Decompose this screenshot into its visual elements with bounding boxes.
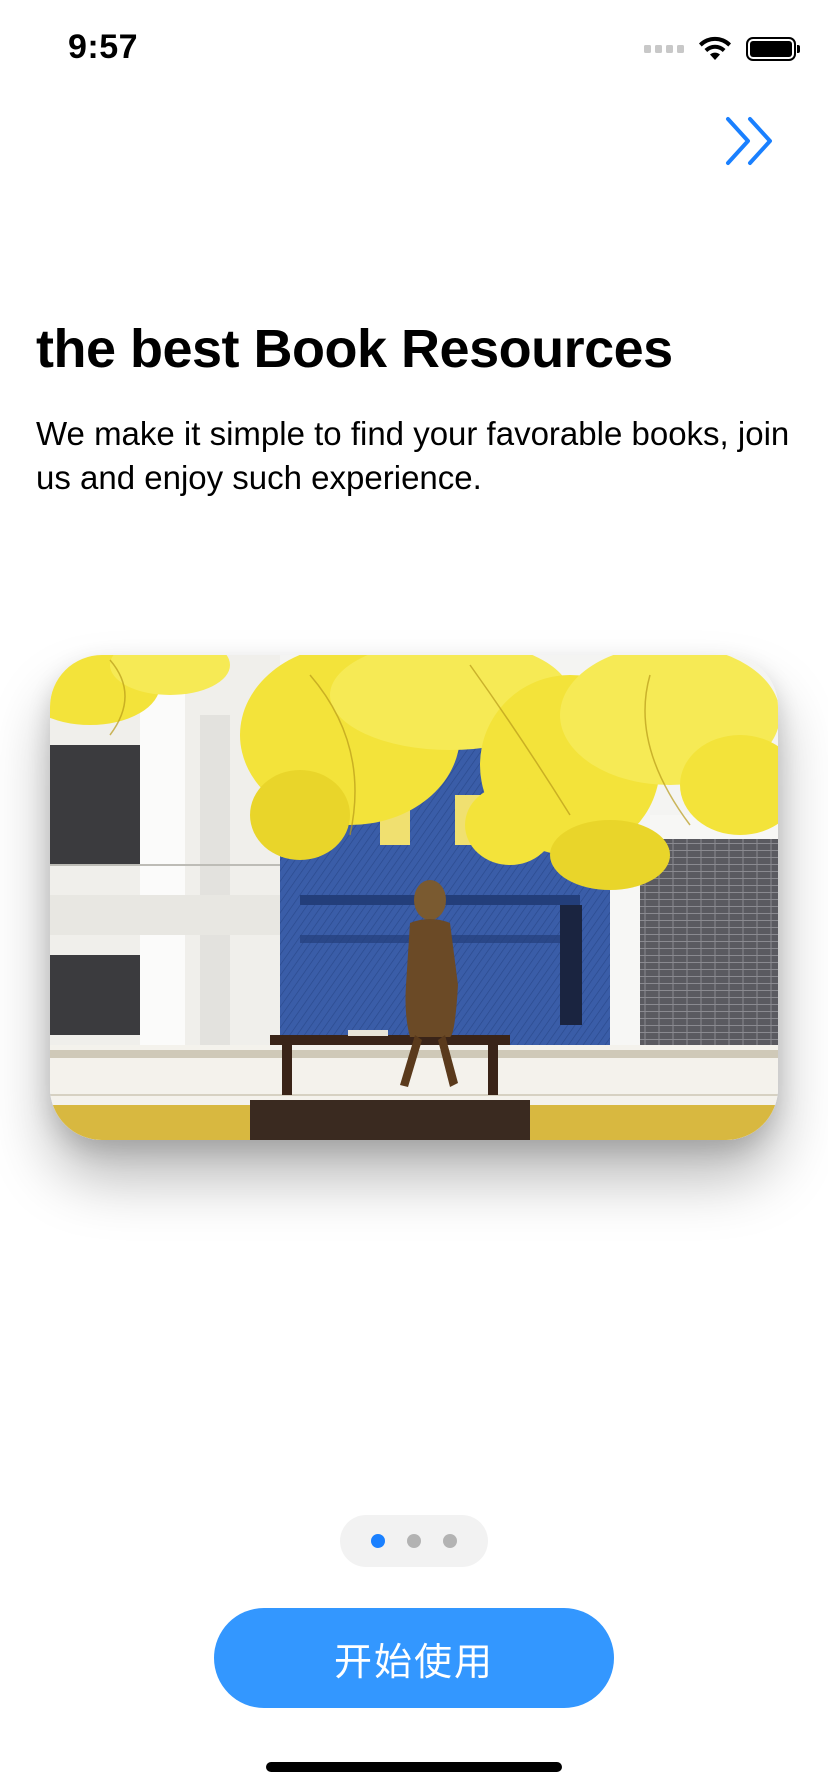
status-icons	[644, 36, 800, 62]
start-button[interactable]: 开始使用	[214, 1608, 614, 1708]
home-indicator[interactable]	[266, 1762, 562, 1772]
battery-icon	[746, 37, 800, 61]
page-title: the best Book Resources	[36, 319, 673, 379]
double-chevron-right-icon	[726, 117, 772, 165]
status-time: 9:57	[68, 28, 139, 66]
onboarding-illustration	[50, 655, 778, 1140]
onboarding-screen: 9:57 the best Book Resources We make it …	[0, 0, 828, 1792]
page-subtitle: We make it simple to find your favorable…	[36, 415, 790, 496]
page-dot-1[interactable]	[371, 1534, 385, 1548]
wifi-icon	[699, 36, 731, 60]
page-indicator[interactable]	[340, 1515, 488, 1567]
cellular-signal-icon	[644, 45, 684, 53]
page-dot-2[interactable]	[407, 1534, 421, 1548]
page-dot-3[interactable]	[443, 1534, 457, 1548]
skip-button[interactable]	[720, 112, 780, 170]
